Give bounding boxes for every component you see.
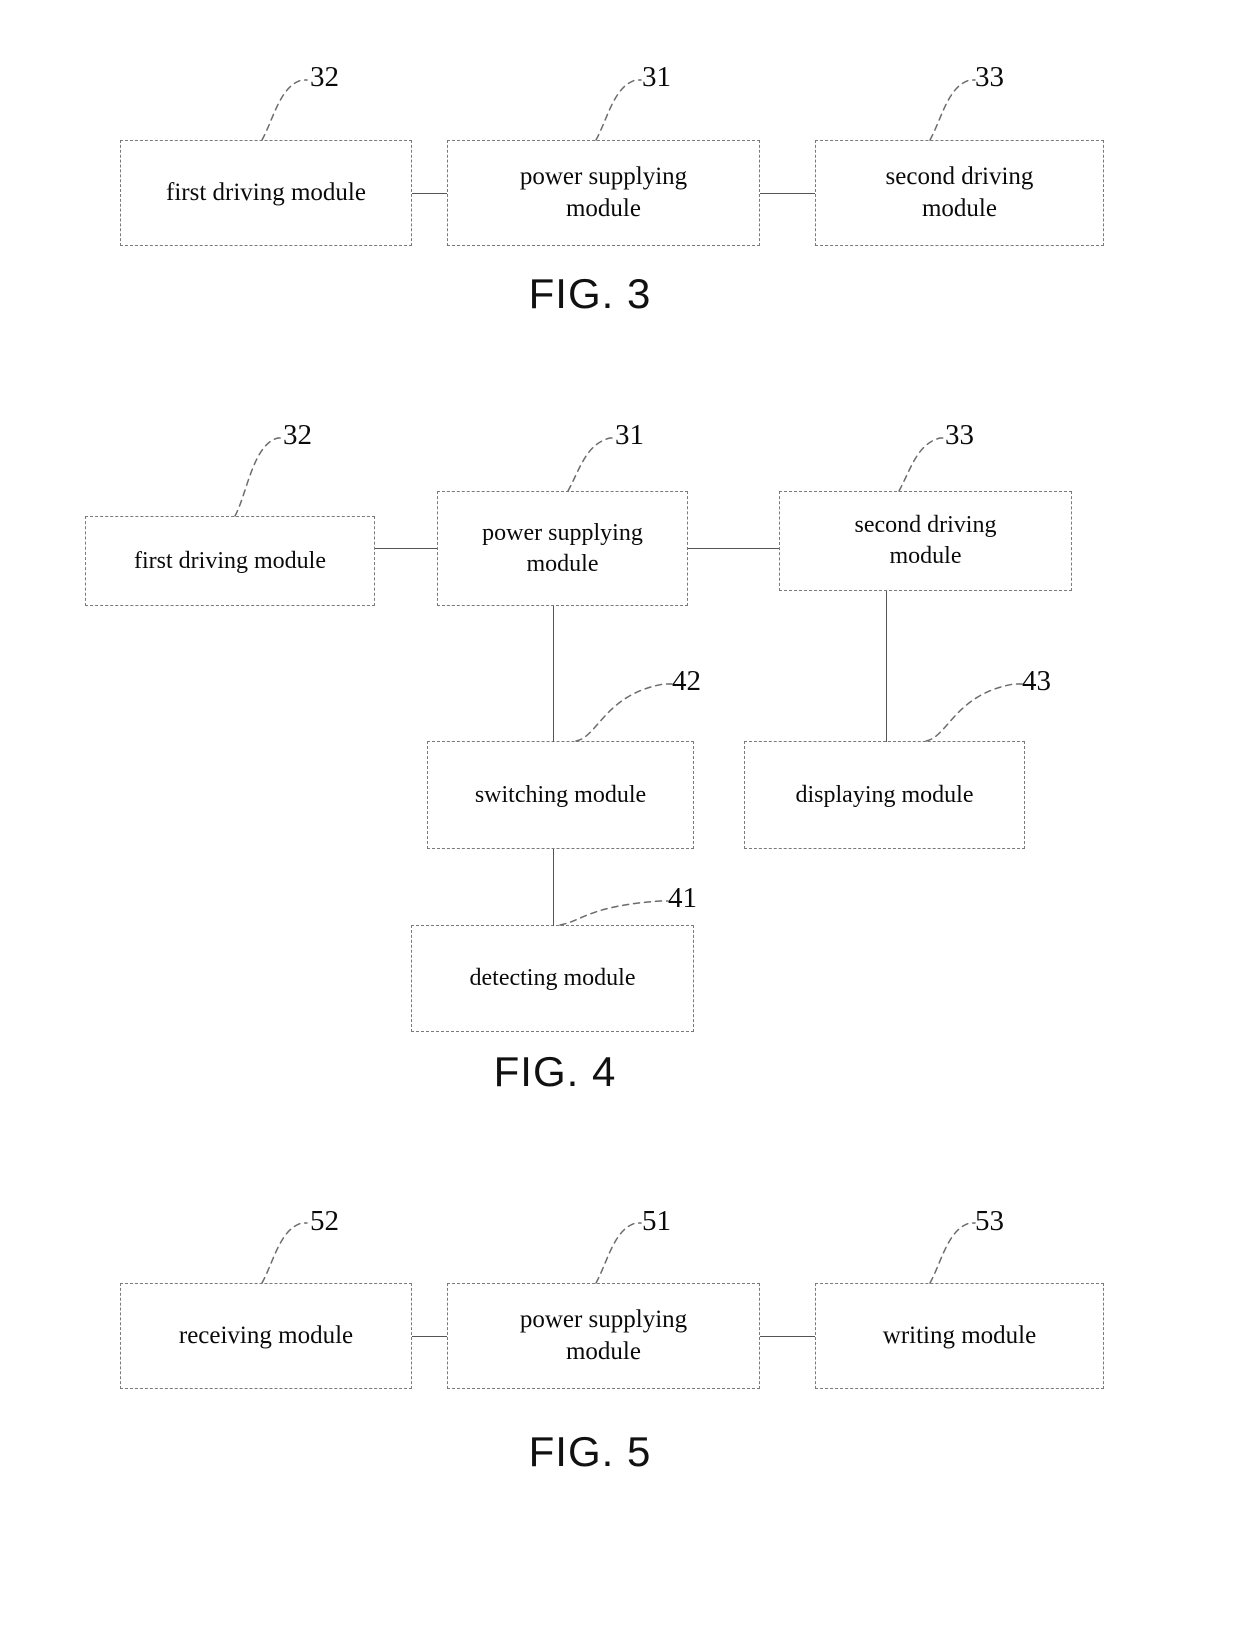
fig4-connector-power-supplying-to-switching xyxy=(553,606,554,742)
fig5-connector-receiving-to-power-supplying xyxy=(412,1336,447,1337)
fig4-connector-switching-to-detecting xyxy=(553,849,554,926)
fig4-block-power-supplying-module-label: power supplying module xyxy=(482,519,643,577)
fig4-reference-numeral-42: 42 xyxy=(672,665,701,697)
fig5-block-writing-module-label: writing module xyxy=(882,1322,1037,1349)
fig4-block-power-supplying-module: power supplying module xyxy=(437,491,688,606)
fig4-block-detecting-module: detecting module xyxy=(411,925,694,1032)
fig5-leader-52 xyxy=(261,1222,308,1284)
fig4-block-switching-module-label: switching module xyxy=(474,781,647,808)
fig4-connector-power-supplying-to-second-driving xyxy=(688,548,779,549)
fig3-connector-first-driving-to-power-supplying xyxy=(412,193,447,194)
patent-drawing-sheet: first driving module power supplying mod… xyxy=(0,0,1240,1642)
fig5-reference-numeral-53: 53 xyxy=(975,1205,1004,1237)
fig5-block-writing-module: writing module xyxy=(815,1283,1104,1389)
fig5-leader-53 xyxy=(929,1222,976,1284)
fig4-connector-first-driving-to-power-supplying xyxy=(375,548,437,549)
fig5-block-receiving-module: receiving module xyxy=(120,1283,412,1389)
fig4-leader-31 xyxy=(567,437,616,492)
fig4-block-first-driving-module-label: first driving module xyxy=(134,547,326,574)
fig3-leader-33 xyxy=(929,79,976,141)
fig5-connector-power-supplying-to-writing xyxy=(760,1336,815,1337)
fig3-leader-32 xyxy=(261,79,308,141)
fig3-block-second-driving-module: second driving module xyxy=(815,140,1104,246)
fig5-block-receiving-module-label: receiving module xyxy=(178,1322,354,1349)
fig4-block-displaying-module-label: displaying module xyxy=(795,781,974,808)
fig5-block-power-supplying-module-label: power supplying module xyxy=(519,1306,688,1365)
fig5-leader-51 xyxy=(595,1222,642,1284)
fig4-block-switching-module: switching module xyxy=(427,741,694,849)
fig3-connector-power-supplying-to-second-driving xyxy=(760,193,815,194)
fig4-reference-numeral-33: 33 xyxy=(945,419,974,451)
fig4-reference-numeral-31: 31 xyxy=(615,419,644,451)
fig5-reference-numeral-52: 52 xyxy=(310,1205,339,1237)
fig4-leader-33 xyxy=(898,437,946,492)
fig3-reference-numeral-32: 32 xyxy=(310,61,339,93)
fig4-block-detecting-module-label: detecting module xyxy=(469,965,636,992)
fig3-block-first-driving-module: first driving module xyxy=(120,140,412,246)
fig5-reference-numeral-51: 51 xyxy=(642,1205,671,1237)
fig5-block-power-supplying-module: power supplying module xyxy=(447,1283,760,1389)
fig3-block-power-supplying-module-label: power supplying module xyxy=(519,163,688,222)
fig4-reference-numeral-41: 41 xyxy=(668,882,697,914)
fig3-caption: FIG. 3 xyxy=(528,270,652,317)
fig4-leader-32 xyxy=(234,437,284,517)
fig3-reference-numeral-31: 31 xyxy=(642,61,671,93)
fig3-leader-31 xyxy=(595,79,642,141)
fig5-caption: FIG. 5 xyxy=(528,1428,652,1475)
fig4-block-second-driving-module-label: second driving module xyxy=(854,512,997,569)
fig4-block-second-driving-module: second driving module xyxy=(779,491,1072,591)
fig3-block-power-supplying-module: power supplying module xyxy=(447,140,760,246)
fig3-reference-numeral-33: 33 xyxy=(975,61,1004,93)
fig4-leader-42 xyxy=(575,683,673,742)
fig4-leader-43 xyxy=(925,683,1023,742)
fig4-caption: FIG. 4 xyxy=(493,1048,617,1095)
fig4-block-displaying-module: displaying module xyxy=(744,741,1025,849)
fig4-leader-41 xyxy=(559,900,669,926)
fig4-connector-second-driving-to-displaying xyxy=(886,591,887,742)
fig4-block-first-driving-module: first driving module xyxy=(85,516,375,606)
fig3-block-first-driving-module-label: first driving module xyxy=(166,179,366,206)
fig4-reference-numeral-32: 32 xyxy=(283,419,312,451)
fig3-block-second-driving-module-label: second driving module xyxy=(885,163,1034,222)
fig4-reference-numeral-43: 43 xyxy=(1022,665,1051,697)
